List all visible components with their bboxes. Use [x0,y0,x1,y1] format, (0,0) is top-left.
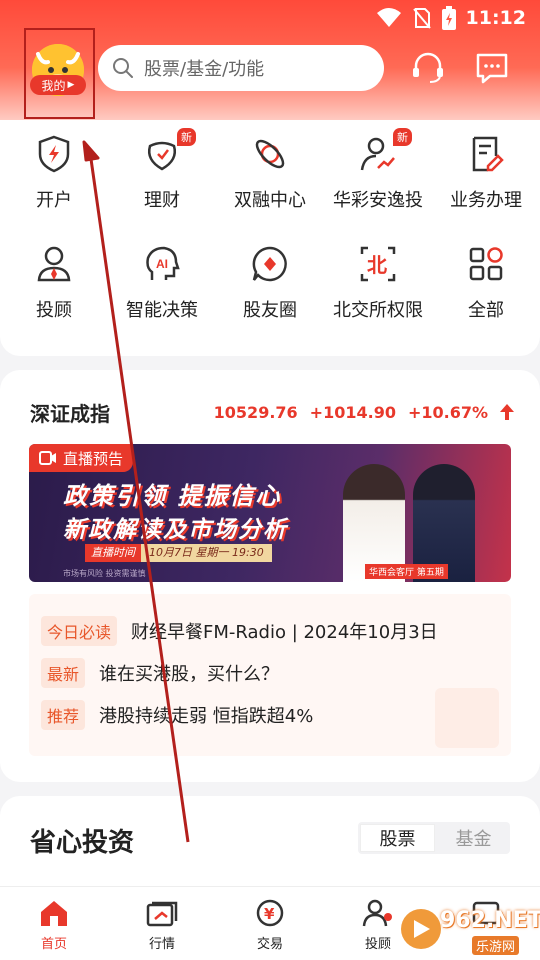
tab-home[interactable]: 首页 [0,887,108,960]
tab-trade[interactable]: ¥ 交易 [216,887,324,960]
tab-label: 交易 [256,937,283,952]
tab-market[interactable]: 行情 [108,887,216,960]
tab-label: 行情 [148,937,175,952]
watermark-logo: 962.NET 乐游网 [398,906,540,956]
advisor-tab-icon [361,899,395,927]
svg-text:¥: ¥ [264,905,275,923]
watermark-sub: 乐游网 [472,936,520,955]
market-icon [145,899,179,927]
home-icon [37,899,71,927]
tab-label: 投顾 [364,937,391,952]
tab-label: 首页 [40,937,67,952]
watermark-brand: 962.NET [440,908,540,933]
annotation-arrow [82,140,190,843]
trade-icon: ¥ [253,899,287,927]
